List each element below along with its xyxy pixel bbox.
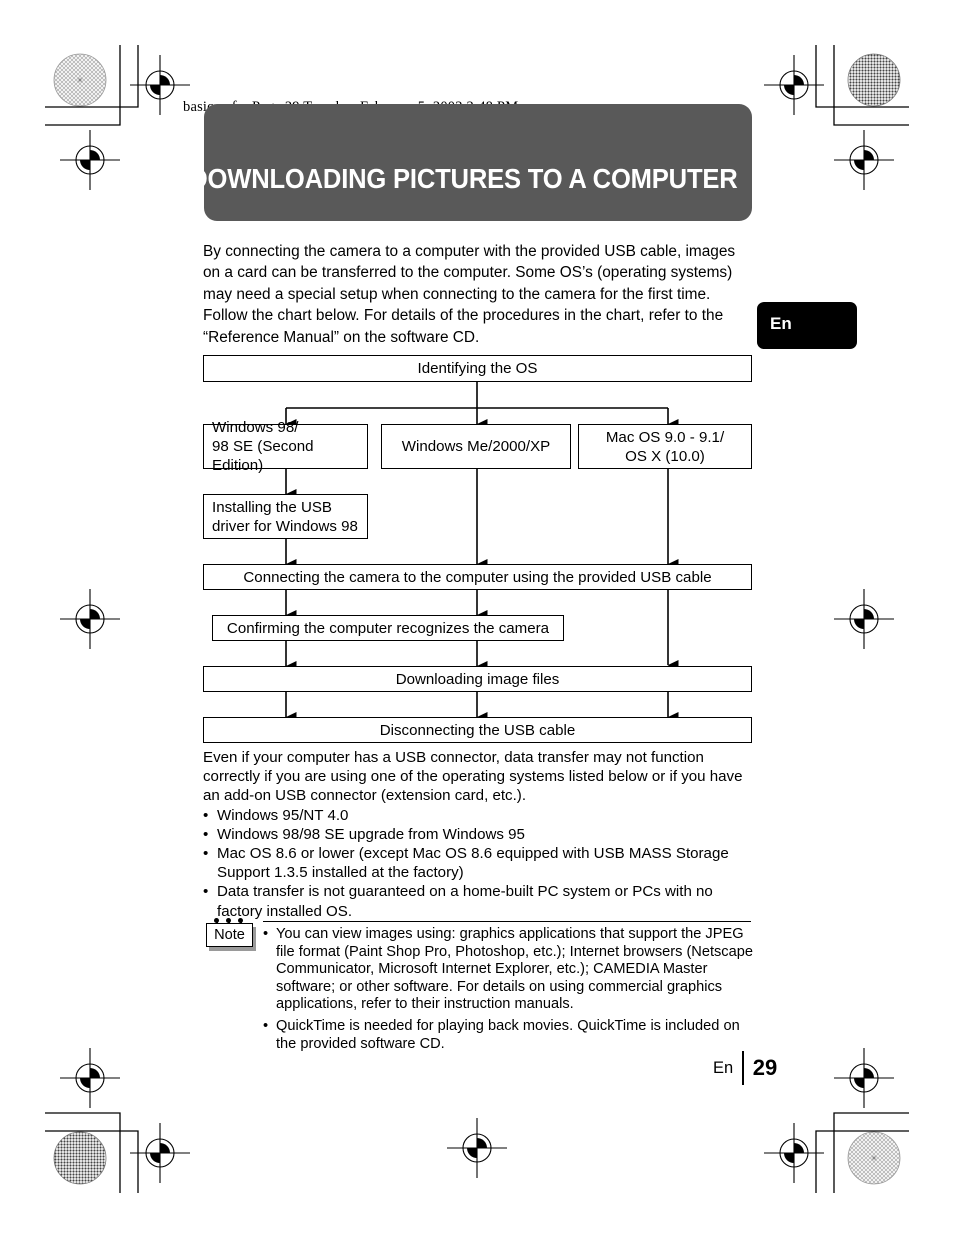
flow-box-label: Identifying the OS <box>417 360 538 377</box>
notice-bullet-text: Windows 98/98 SE upgrade from Windows 95 <box>217 825 525 843</box>
note-badge: Note <box>206 918 256 951</box>
flow-box-identify-os: Identifying the OS <box>203 355 752 382</box>
flow-box-label: Installing the USB driver for Windows 98 <box>212 498 358 535</box>
note-bullet-text: QuickTime is needed for playing back mov… <box>276 1017 740 1052</box>
footer-language: En <box>713 1058 734 1077</box>
note-body: • You can view images using: graphics ap… <box>263 926 753 1053</box>
notice-bullet-item: • Mac OS 8.6 or lower (except Mac OS 8.6… <box>203 844 756 882</box>
flow-box-confirming-recognition: Confirming the computer recognizes the c… <box>212 615 564 641</box>
flow-box-windows-98: Windows 98/ 98 SE (Second Edition) <box>203 419 368 474</box>
note-bullet-text: You can view images using: graphics appl… <box>276 926 753 1013</box>
bullet-icon: • <box>263 926 269 942</box>
flow-box-label: Disconnecting the USB cable <box>379 721 576 739</box>
flow-box-label: Mac OS 9.0 - 9.1/ OS X (10.0) <box>605 428 725 465</box>
flow-box-connecting-camera: Connecting the camera to the computer us… <box>203 564 752 590</box>
notice-bullet-item: • Data transfer is not guaranteed on a h… <box>203 882 756 920</box>
notice-bullet-text: Windows 95/NT 4.0 <box>217 806 349 824</box>
notice-bullet-text: Mac OS 8.6 or lower (except Mac OS 8.6 e… <box>217 845 729 882</box>
flow-box-windows-me: Windows Me/2000/XP <box>381 424 571 469</box>
bullet-icon: • <box>263 1017 269 1034</box>
flow-box-label: Windows Me/2000/XP <box>401 438 551 455</box>
bullet-icon: • <box>203 845 209 863</box>
note-badge-label: Note <box>206 923 253 947</box>
flow-box-downloading-files: Downloading image files <box>203 666 752 692</box>
notice-bullet-item: • Windows 98/98 SE upgrade from Windows … <box>203 825 756 844</box>
note-divider <box>263 921 751 923</box>
flow-box-label: Confirming the computer recognizes the c… <box>226 619 550 637</box>
flow-box-label: Windows 98/ 98 SE (Second Edition) <box>212 419 314 474</box>
flow-box-label: Downloading image files <box>395 670 560 688</box>
flow-box-label: Connecting the camera to the computer us… <box>243 568 712 586</box>
footer-page-number: 29 <box>752 1055 778 1080</box>
bullet-icon: • <box>203 825 209 843</box>
flow-box-disconnecting-cable: Disconnecting the USB cable <box>203 717 752 743</box>
note-bullet-item: • QuickTime is needed for playing back m… <box>263 1018 753 1053</box>
bullet-icon: • <box>203 883 209 901</box>
notice-block: Even if your computer has a USB connecto… <box>203 748 756 921</box>
flow-box-mac-os: Mac OS 9.0 - 9.1/ OS X (10.0) <box>578 424 752 469</box>
flow-box-install-usb-driver: Installing the USB driver for Windows 98 <box>203 494 368 539</box>
page-footer: En 29 <box>713 1051 778 1085</box>
bullet-icon: • <box>203 806 209 824</box>
note-bullet-item: • You can view images using: graphics ap… <box>263 926 753 1014</box>
notice-bullet-text: Data transfer is not guaranteed on a hom… <box>217 883 713 920</box>
notice-paragraph: Even if your computer has a USB connecto… <box>203 749 743 805</box>
notice-bullet-item: • Windows 95/NT 4.0 <box>203 806 756 825</box>
